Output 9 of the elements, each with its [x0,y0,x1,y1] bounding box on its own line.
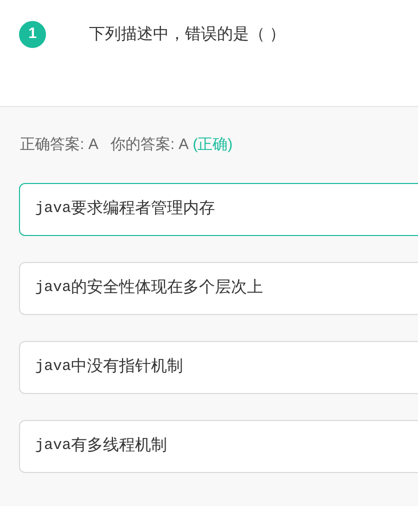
answer-option[interactable]: java有多线程机制 [19,420,418,472]
your-answer-label: 你的答案: A [110,135,189,155]
answer-option[interactable]: java要求编程者管理内存 [19,182,418,236]
correct-answer-label: 正确答案: A [20,135,98,155]
answer-option[interactable]: java的安全性体现在多个层次上 [19,262,418,314]
answer-option[interactable]: java中没有指针机制 [19,340,418,394]
question-text: 下列描述中，错误的是（ ） [89,24,286,45]
question-number: 1 [19,21,46,48]
verdict-label: (正确) [192,135,233,155]
